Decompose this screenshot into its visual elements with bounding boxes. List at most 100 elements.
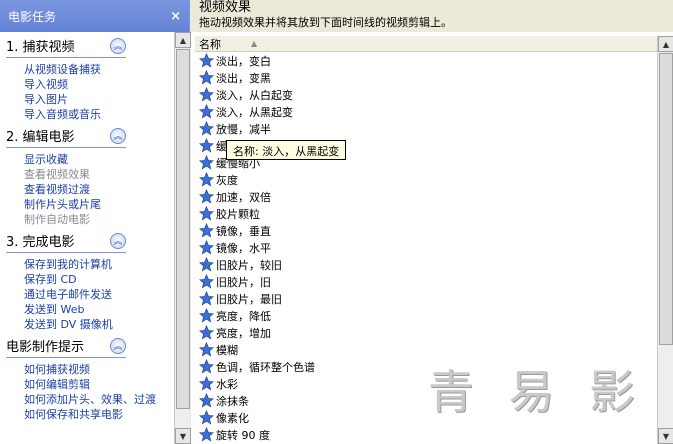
task-link[interactable]: 如何保存和共享电影: [6, 407, 174, 422]
star-effect-icon: [199, 308, 214, 323]
collapse-chevron-icon[interactable]: ︽: [110, 127, 126, 144]
task-pane-body: 1. 捕获视频 ︽ 从视频设备捕获 导入视频 导入图片 导入音频或音乐 2. 编辑电影 ︽ 显示…: [0, 32, 174, 444]
star-effect-icon: [199, 342, 214, 357]
column-header-name[interactable]: 名称 ▲: [195, 36, 657, 52]
task-section-label: 电影制作提示: [6, 340, 85, 355]
tooltip: 名称: 淡入，从黑起变: [226, 140, 347, 160]
collapse-chevron-icon[interactable]: ︽: [110, 337, 126, 354]
effect-label: 淡出，变黑: [216, 71, 271, 85]
effects-list-scrollbar[interactable]: ▲ ▼: [657, 36, 673, 444]
task-section-label: 3. 完成电影: [6, 235, 75, 250]
effect-list-item[interactable]: 旧胶片，较旧: [195, 256, 657, 273]
task-section-title[interactable]: 电影制作提示 ︽: [6, 336, 126, 358]
star-effect-icon: [199, 172, 214, 187]
star-effect-icon: [199, 359, 214, 374]
star-effect-icon: [199, 291, 214, 306]
task-link[interactable]: 保存到我的计算机: [6, 257, 174, 272]
task-link[interactable]: 导入图片: [6, 92, 174, 107]
scroll-down-icon[interactable]: ▼: [175, 428, 191, 444]
effect-list-item[interactable]: 镜像，垂直: [195, 222, 657, 239]
star-effect-icon: [199, 257, 214, 272]
task-section: 电影制作提示 ︽ 如何捕获视频 如何编辑剪辑 如何添加片头、效果、过渡 如何保存和共享电影: [0, 332, 174, 422]
task-section: 2. 编辑电影 ︽ 显示收藏 查看视频效果 查看视频过渡 制作片头或片尾 制作自动电影: [0, 122, 174, 227]
close-icon[interactable]: ×: [170, 9, 181, 24]
effect-list-item[interactable]: 镜像，水平: [195, 239, 657, 256]
task-link[interactable]: 保存到 CD: [6, 272, 174, 287]
page-title: 视频效果: [199, 0, 252, 15]
effect-list-item[interactable]: 旧胶片，最旧: [195, 290, 657, 307]
effect-label: 淡出，变白: [216, 54, 271, 68]
effect-label: 镜像，垂直: [216, 224, 271, 238]
star-effect-icon: [199, 206, 214, 221]
effect-list-item[interactable]: 胶片颗粒: [195, 205, 657, 222]
star-effect-icon: [199, 155, 214, 170]
task-pane-scroll-thumb[interactable]: [176, 49, 190, 409]
task-link[interactable]: 如何捕获视频: [6, 362, 174, 377]
effect-list-item[interactable]: 灰度: [195, 171, 657, 188]
star-effect-icon: [199, 376, 214, 391]
task-link[interactable]: 通过电子邮件发送: [6, 287, 174, 302]
task-pane: 电影任务 × 1. 捕获视频 ︽ 从视频设备捕获 导入视频 导入图片 导入音频或音乐 2. …: [0, 0, 191, 444]
watermark-logo: 青 易 影: [427, 365, 645, 419]
effect-list-item[interactable]: 旧胶片，旧: [195, 273, 657, 290]
collapse-chevron-icon[interactable]: ︽: [110, 232, 126, 249]
effect-list-item[interactable]: 淡出，变白: [195, 52, 657, 69]
effect-list-item[interactable]: 放慢，减半: [195, 120, 657, 137]
task-section: 1. 捕获视频 ︽ 从视频设备捕获 导入视频 导入图片 导入音频或音乐: [0, 32, 174, 122]
effect-list-item[interactable]: 亮度，降低: [195, 307, 657, 324]
task-section-label: 1. 捕获视频: [6, 40, 75, 55]
collapse-chevron-icon[interactable]: ︽: [110, 37, 126, 54]
task-pane-scrollbar[interactable]: ▲ ▼: [174, 32, 191, 444]
effect-label: 放慢，减半: [216, 122, 271, 136]
effect-label: 亮度，增加: [216, 326, 271, 340]
task-link: 查看视频效果: [24, 168, 90, 181]
task-link: 制作自动电影: [24, 213, 90, 226]
effects-scroll-thumb[interactable]: [659, 53, 673, 345]
star-effect-icon: [199, 53, 214, 68]
task-link[interactable]: 查看视频过渡: [6, 182, 174, 197]
effect-label: 旧胶片，最旧: [216, 292, 282, 306]
scroll-up-icon[interactable]: ▲: [658, 36, 673, 52]
effect-list-item[interactable]: 加速，双倍: [195, 188, 657, 205]
effect-list-item[interactable]: 旋转 90 度: [195, 426, 657, 443]
effect-list-item[interactable]: 淡出，变黑: [195, 69, 657, 86]
effect-label: 镜像，水平: [216, 241, 271, 255]
star-effect-icon: [199, 138, 214, 153]
star-effect-icon: [199, 104, 214, 119]
effect-label: 涂抹条: [216, 394, 249, 408]
star-effect-icon: [199, 410, 214, 425]
effect-list-item[interactable]: 淡入，从白起变: [195, 86, 657, 103]
task-section-title[interactable]: 1. 捕获视频 ︽: [6, 36, 126, 58]
task-link[interactable]: 显示收藏: [6, 152, 174, 167]
task-section-title[interactable]: 2. 编辑电影 ︽: [6, 126, 126, 148]
star-effect-icon: [199, 121, 214, 136]
scroll-up-icon[interactable]: ▲: [175, 32, 191, 48]
task-link[interactable]: 制作片头或片尾: [6, 197, 174, 212]
effect-label: 旧胶片，较旧: [216, 258, 282, 272]
star-effect-icon: [199, 223, 214, 238]
star-effect-icon: [199, 274, 214, 289]
task-pane-header: 电影任务 ×: [0, 0, 189, 32]
effect-label: 旧胶片，旧: [216, 275, 271, 289]
task-link[interactable]: 如何添加片头、效果、过渡: [6, 392, 174, 407]
task-link[interactable]: 发送到 Web: [6, 302, 174, 317]
task-link[interactable]: 导入视频: [6, 77, 174, 92]
task-section-title[interactable]: 3. 完成电影 ︽: [6, 231, 126, 253]
star-effect-icon: [199, 427, 214, 442]
effect-list-item[interactable]: 淡入，从黑起变: [195, 103, 657, 120]
effect-label: 色调，循环整个色谱: [216, 360, 315, 374]
task-link[interactable]: 发送到 DV 摄像机: [6, 317, 174, 332]
star-effect-icon: [199, 87, 214, 102]
star-effect-icon: [199, 189, 214, 204]
scroll-down-icon[interactable]: ▼: [658, 428, 673, 444]
sort-ascending-icon: ▲: [251, 39, 258, 48]
task-link[interactable]: 如何编辑剪辑: [6, 377, 174, 392]
effect-label: 加速，双倍: [216, 190, 271, 204]
effect-label: 像素化: [216, 411, 249, 425]
star-effect-icon: [199, 325, 214, 340]
task-link[interactable]: 从视频设备捕获: [6, 62, 174, 77]
content-header: 视频效果 拖动视频效果并将其放到下面时间线的视频剪辑上。: [191, 0, 673, 32]
star-effect-icon: [199, 70, 214, 85]
effect-list-item[interactable]: 亮度，增加: [195, 324, 657, 341]
task-link[interactable]: 导入音频或音乐: [6, 107, 174, 122]
